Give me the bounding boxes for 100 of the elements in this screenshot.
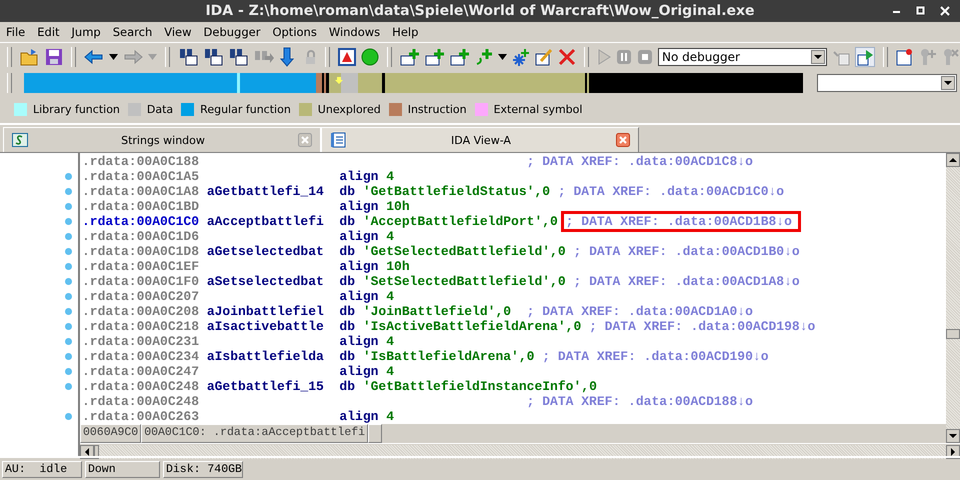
symbol-name: aGetselectedbat (206, 244, 324, 259)
operand: 'IsBattlefieldArena',0 (362, 349, 534, 364)
stop-icon[interactable] (637, 49, 653, 65)
open-folder-icon[interactable] (20, 48, 40, 66)
circle-icon[interactable] (361, 48, 379, 66)
address-label: .rdata:00A0C1EF (82, 259, 200, 274)
edit-icon[interactable] (535, 48, 553, 66)
play-icon[interactable] (597, 49, 611, 65)
scrollbar-thumb[interactable] (946, 329, 960, 339)
address-label: .rdata:00A0C263 (82, 409, 200, 424)
warning-window-icon[interactable] (338, 48, 356, 66)
operand: 4 (386, 289, 394, 304)
debugger-select[interactable]: No debugger (658, 48, 827, 66)
address-label: .rdata:00A0C1C0 (82, 214, 200, 229)
window-title: IDA - Z:\home\roman\data\Spiele\World of Warcraft\Wow_Original.exe (205, 3, 755, 19)
tab[interactable]: IDA View-A (321, 127, 639, 152)
menu-item[interactable]: Debugger (204, 25, 260, 39)
menu-item[interactable]: Options (272, 25, 317, 39)
add-item-icon[interactable] (425, 48, 445, 66)
operand: 'AcceptBattlefieldPort',0 (362, 214, 558, 229)
maximize-icon[interactable] (916, 6, 926, 16)
address-label: .rdata:00A0C247 (82, 364, 200, 379)
back-arrow-icon[interactable] (84, 49, 104, 65)
mnemonic: align (339, 169, 378, 184)
status-field: AU: idle (2, 460, 82, 478)
mnemonic: db (339, 349, 356, 364)
operand: 'GetSelectedBattlefield',0 (362, 244, 566, 259)
breakpoint-dot[interactable] (65, 233, 72, 240)
mnemonic: db (339, 319, 356, 334)
address-label: .rdata:00A0C1A5 (82, 169, 200, 184)
breakpoint-dot[interactable] (65, 218, 72, 225)
operand: 4 (386, 169, 394, 184)
status-field: Disk: 740GB (163, 460, 243, 478)
operand: 4 (386, 409, 394, 424)
remove-plugin-icon[interactable] (942, 48, 960, 66)
address-label: .rdata:00A0C218 (82, 319, 200, 334)
breakpoint-dot[interactable] (65, 263, 72, 270)
file-offset: 0060A9C0 (80, 424, 142, 443)
tab[interactable]: Strings window (3, 127, 321, 152)
document-icon[interactable] (896, 48, 914, 66)
breakpoint-dot[interactable] (65, 413, 72, 420)
scroll-down-icon[interactable] (946, 429, 960, 443)
operand: 'SetSelectedBattlefield',0 (362, 274, 566, 289)
xref-comment: ; DATA XREF: .data:00ACD188↓o (526, 394, 753, 409)
menu-item[interactable]: Jump (72, 25, 101, 39)
address-label: .rdata:00A0C207 (82, 289, 200, 304)
xref-comment: ; DATA XREF: .data:00ACD198↓o (589, 319, 816, 334)
mnemonic: db (339, 379, 356, 394)
segment-dropdown[interactable] (817, 74, 957, 92)
legend-label: Library function (33, 102, 120, 116)
breakpoint-dot[interactable] (65, 353, 72, 360)
legend-label: Regular function (200, 102, 291, 116)
run-icon[interactable] (855, 47, 875, 67)
breakpoint-dot[interactable] (65, 323, 72, 330)
caret-icon[interactable] (109, 54, 118, 60)
breakpoint-dot[interactable] (65, 368, 72, 375)
menu-item[interactable]: Search (112, 25, 152, 39)
breakpoint-dot[interactable] (65, 248, 72, 255)
forward-arrow-icon[interactable] (123, 49, 143, 65)
menu-item[interactable]: Help (392, 25, 418, 39)
add-plugin-icon[interactable] (919, 48, 937, 66)
operand: 4 (386, 334, 394, 349)
xref-comment: ; DATA XREF: .data:00ACD1A8↓o (573, 274, 800, 289)
caret-icon[interactable] (498, 54, 507, 60)
down-arrow-icon[interactable] (280, 47, 294, 67)
xref-comment: ; DATA XREF: .data:00ACD1B0↓o (573, 244, 800, 259)
navigation-band-drawing[interactable] (24, 73, 803, 93)
address-label: .rdata:00A0C1BD (82, 199, 200, 214)
symbol-name: aGetbattlefi_15 (206, 379, 324, 394)
mnemonic: db (339, 244, 356, 259)
add-item-icon[interactable] (450, 48, 470, 66)
address-label: .rdata:00A0C1D6 (82, 229, 200, 244)
breakpoint-dot[interactable] (65, 308, 72, 315)
add-item-icon[interactable] (400, 48, 420, 66)
menu-item[interactable]: View (164, 25, 192, 39)
operand: 10h (386, 199, 410, 214)
breakpoint-dot[interactable] (65, 338, 72, 345)
scroll-up-icon[interactable] (946, 153, 960, 167)
breakpoint-dot[interactable] (65, 188, 72, 195)
operand: 10h (386, 259, 410, 274)
status-field: Down (85, 460, 160, 478)
close-icon[interactable] (616, 133, 630, 147)
save-icon[interactable] (45, 48, 63, 66)
xref-comment: ; DATA XREF: .data:00ACD190↓o (542, 349, 769, 364)
pause-icon[interactable] (616, 49, 632, 65)
breakpoint-dot[interactable] (65, 293, 72, 300)
breakpoint-dot[interactable] (65, 203, 72, 210)
breakpoint-dot[interactable] (65, 173, 72, 180)
asterisk-icon[interactable] (512, 48, 530, 66)
mnemonic: db (339, 304, 356, 319)
menu-item[interactable]: Windows (328, 25, 380, 39)
location-label: 00A0C1C0: .rdata:aAcceptbattlefi (141, 424, 368, 443)
operand: 4 (386, 229, 394, 244)
menu-item[interactable]: File (6, 25, 26, 39)
menu-item[interactable]: Edit (37, 25, 60, 39)
breakpoint-dot[interactable] (65, 383, 72, 390)
mnemonic: align (339, 334, 378, 349)
delete-icon[interactable] (558, 48, 576, 66)
symbol-name: aGetbattlefi_14 (206, 184, 324, 199)
breakpoint-dot[interactable] (65, 278, 72, 285)
